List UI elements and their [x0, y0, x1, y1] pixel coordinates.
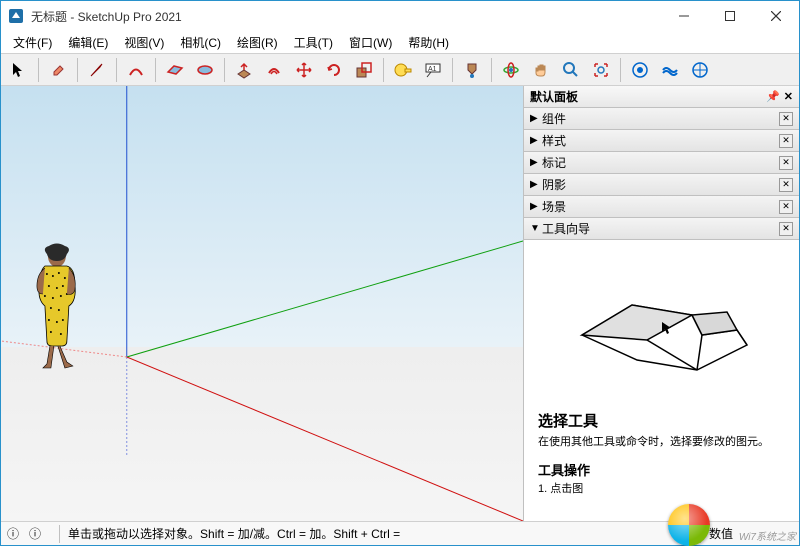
- panel-close-icon[interactable]: ✕: [779, 200, 793, 214]
- select-tool[interactable]: [5, 56, 33, 84]
- expand-icon: ▶: [530, 201, 542, 212]
- toolbar: A1: [1, 53, 799, 86]
- scale-tool[interactable]: [350, 56, 378, 84]
- menu-view[interactable]: 视图(V): [116, 32, 172, 53]
- instructor-subtitle: 工具操作: [538, 460, 785, 479]
- expand-icon: ▶: [530, 113, 542, 124]
- text-tool[interactable]: A1: [419, 56, 447, 84]
- move-tool[interactable]: [290, 56, 318, 84]
- panel-close-icon[interactable]: ✕: [779, 222, 793, 236]
- pan-tool[interactable]: [527, 56, 555, 84]
- measurement-label: 数值: [709, 525, 733, 542]
- menu-draw[interactable]: 绘图(R): [229, 32, 286, 53]
- watermark-text: Wi7系统之家: [739, 528, 796, 543]
- instructor-title: 选择工具: [538, 410, 785, 431]
- panel-close-icon[interactable]: ✕: [779, 156, 793, 170]
- line-tool[interactable]: [83, 56, 111, 84]
- tray-close-icon[interactable]: ✕: [784, 90, 793, 103]
- circle-tool[interactable]: [191, 56, 219, 84]
- tray-title-bar[interactable]: 默认面板 📌 ✕: [524, 86, 799, 108]
- viewport-3d[interactable]: [1, 86, 524, 521]
- rectangle-tool[interactable]: [161, 56, 189, 84]
- app-icon: [7, 7, 25, 25]
- menubar: 文件(F) 编辑(E) 视图(V) 相机(C) 绘图(R) 工具(T) 窗口(W…: [1, 31, 799, 53]
- panel-components[interactable]: ▶组件✕: [524, 108, 799, 130]
- collapse-icon: ▼: [530, 223, 542, 234]
- panel-close-icon[interactable]: ✕: [779, 134, 793, 148]
- offset-tool[interactable]: [260, 56, 288, 84]
- extension-manager-button[interactable]: [686, 56, 714, 84]
- panel-styles[interactable]: ▶样式✕: [524, 130, 799, 152]
- menu-edit[interactable]: 编辑(E): [60, 32, 116, 53]
- paint-tool[interactable]: [458, 56, 486, 84]
- expand-icon: ▶: [530, 135, 542, 146]
- orbit-tool[interactable]: [497, 56, 525, 84]
- help-icon[interactable]: ⓘ: [7, 525, 19, 542]
- tray-title: 默认面板: [530, 88, 766, 105]
- eraser-tool[interactable]: [44, 56, 72, 84]
- instructor-step: 1. 点击图: [538, 482, 785, 497]
- menu-file[interactable]: 文件(F): [5, 32, 60, 53]
- menu-tools[interactable]: 工具(T): [286, 32, 341, 53]
- panel-close-icon[interactable]: ✕: [779, 112, 793, 126]
- panel-close-icon[interactable]: ✕: [779, 178, 793, 192]
- default-tray: 默认面板 📌 ✕ ▶组件✕ ▶样式✕ ▶标记✕ ▶阴影✕ ▶场景✕ ▼工具向导✕: [524, 86, 799, 521]
- status-hint: 单击或拖动以选择对象。Shift = 加/减。Ctrl = 加。Shift + …: [68, 525, 692, 542]
- svg-text:A1: A1: [428, 66, 437, 73]
- tape-tool[interactable]: [389, 56, 417, 84]
- instructor-graphic: [534, 250, 789, 400]
- zoom-tool[interactable]: [557, 56, 585, 84]
- zoom-extents-tool[interactable]: [587, 56, 615, 84]
- arc-tool[interactable]: [122, 56, 150, 84]
- window-title: 无标题 - SketchUp Pro 2021: [31, 8, 661, 25]
- close-button[interactable]: [753, 1, 799, 31]
- expand-icon: ▶: [530, 157, 542, 168]
- titlebar: 无标题 - SketchUp Pro 2021: [1, 1, 799, 31]
- instructor-content: 选择工具 在使用其他工具或命令时，选择要修改的图元。 工具操作 1. 点击图: [524, 240, 799, 521]
- panel-instructor[interactable]: ▼工具向导✕: [524, 218, 799, 240]
- menu-camera[interactable]: 相机(C): [172, 32, 229, 53]
- expand-icon: ▶: [530, 179, 542, 190]
- rotate-tool[interactable]: [320, 56, 348, 84]
- pushpull-tool[interactable]: [230, 56, 258, 84]
- extension-button[interactable]: [656, 56, 684, 84]
- maximize-button[interactable]: [707, 1, 753, 31]
- panel-tags[interactable]: ▶标记✕: [524, 152, 799, 174]
- warehouse-button[interactable]: [626, 56, 654, 84]
- instructor-desc: 在使用其他工具或命令时，选择要修改的图元。: [538, 435, 785, 450]
- geo-icon[interactable]: ⓘ: [29, 525, 41, 542]
- pin-icon[interactable]: 📌: [766, 90, 780, 103]
- panel-shadows[interactable]: ▶阴影✕: [524, 174, 799, 196]
- windows-orb-watermark: [668, 504, 710, 546]
- panel-scenes[interactable]: ▶场景✕: [524, 196, 799, 218]
- minimize-button[interactable]: [661, 1, 707, 31]
- menu-window[interactable]: 窗口(W): [341, 32, 400, 53]
- menu-help[interactable]: 帮助(H): [400, 32, 457, 53]
